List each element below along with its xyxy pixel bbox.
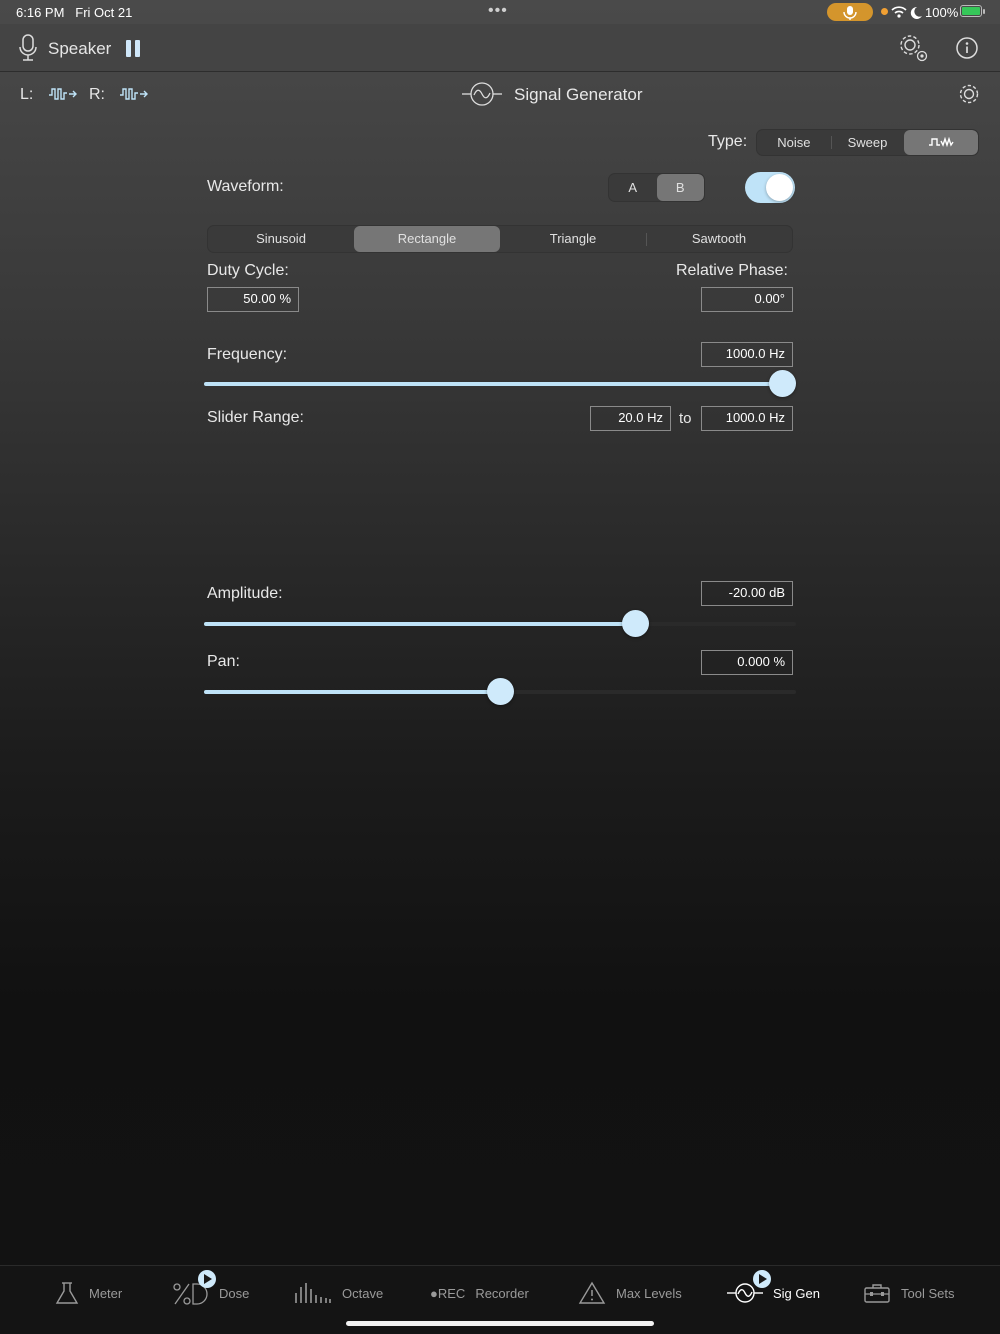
- input-source-label[interactable]: Speaker: [48, 39, 111, 59]
- tab-octave-label: Octave: [342, 1285, 384, 1301]
- amplitude-slider-track[interactable]: [204, 622, 796, 626]
- type-option-noise[interactable]: Noise: [757, 130, 831, 155]
- frequency-slider-fill: [204, 382, 782, 386]
- right-channel-label: R:: [89, 86, 105, 103]
- tab-tool-sets-label: Tool Sets: [901, 1285, 955, 1301]
- slider-range-max-field[interactable]: 1000.0 Hz: [701, 406, 793, 431]
- status-time: 6:16 PM Fri Oct 21: [16, 5, 133, 20]
- wifi-moon-icon: [891, 6, 922, 19]
- right-channel-waveform-icon[interactable]: [119, 85, 149, 103]
- shape-option-triangle[interactable]: Triangle: [500, 226, 646, 252]
- pause-button[interactable]: [126, 40, 140, 57]
- frequency-slider-thumb[interactable]: [769, 370, 796, 397]
- signal-settings-gear-icon[interactable]: [958, 83, 980, 105]
- waveform-type-icon: [929, 136, 954, 148]
- relative-phase-field[interactable]: 0.00°: [701, 287, 793, 312]
- slider-range-to-label: to: [679, 410, 692, 427]
- multitasking-dots-icon[interactable]: •••: [488, 2, 508, 20]
- tab-recorder[interactable]: ●REC Recorder: [430, 1280, 529, 1306]
- signal-generator-icon: [462, 82, 502, 106]
- ab-option-a[interactable]: A: [609, 174, 657, 201]
- pan-slider-fill: [204, 690, 500, 694]
- tab-recorder-label: Recorder: [475, 1285, 529, 1301]
- home-indicator[interactable]: [346, 1321, 654, 1326]
- privacy-dot: [881, 8, 888, 15]
- tab-sig-gen-label: Sig Gen: [773, 1285, 820, 1301]
- relative-phase-label: Relative Phase:: [675, 262, 788, 279]
- waveform-label: Waveform:: [207, 178, 284, 195]
- ab-option-b[interactable]: B: [656, 174, 704, 201]
- tab-sig-gen[interactable]: Sig Gen: [727, 1270, 820, 1306]
- ab-segmented-control[interactable]: A B: [608, 173, 705, 202]
- duty-cycle-label: Duty Cycle:: [207, 262, 289, 279]
- battery-icon: [960, 5, 985, 17]
- settings-gear-icon[interactable]: [898, 34, 930, 64]
- bars-icon: [295, 1283, 331, 1303]
- pan-label: Pan:: [207, 653, 240, 670]
- tab-max-levels-label: Max Levels: [616, 1285, 682, 1301]
- left-channel-waveform-icon[interactable]: [48, 85, 78, 103]
- mic-in-use-indicator: [827, 3, 873, 21]
- frequency-slider-track[interactable]: [204, 382, 796, 386]
- amplitude-label: Amplitude:: [207, 585, 283, 602]
- tab-tool-sets[interactable]: Tool Sets: [863, 1280, 954, 1306]
- rec-icon: ●REC: [430, 1285, 466, 1301]
- status-bar: 6:16 PM Fri Oct 21 ••• 100%: [0, 0, 1000, 24]
- tab-octave[interactable]: Octave: [294, 1280, 383, 1306]
- amplitude-slider-thumb[interactable]: [622, 610, 650, 637]
- waveform-shape-segmented-control[interactable]: Sinusoid Rectangle Triangle Sawtooth: [207, 225, 793, 253]
- amplitude-slider-fill: [204, 622, 636, 626]
- slider-range-label: Slider Range:: [207, 409, 304, 426]
- type-label: Type:: [708, 133, 748, 150]
- shape-option-sawtooth[interactable]: Sawtooth: [646, 226, 792, 252]
- slider-range-min-field[interactable]: 20.0 Hz: [590, 406, 671, 431]
- left-channel-label: L:: [20, 86, 34, 103]
- waveform-enable-toggle[interactable]: [745, 172, 795, 203]
- tab-dose[interactable]: Dose: [173, 1270, 250, 1306]
- tab-meter-label: Meter: [89, 1285, 123, 1301]
- shape-option-rectangle[interactable]: Rectangle: [354, 226, 500, 252]
- pan-field[interactable]: 0.000 %: [701, 650, 793, 675]
- sig-gen-running-play-icon: [753, 1270, 771, 1288]
- flask-icon: [55, 1282, 79, 1304]
- battery-percent: 100%: [925, 5, 959, 20]
- mic-icon: [843, 6, 857, 20]
- top-toolbar: Speaker: [0, 24, 1000, 72]
- info-icon[interactable]: [956, 37, 978, 59]
- toolbox-icon: [864, 1284, 890, 1303]
- duty-cycle-field[interactable]: 50.00 %: [207, 287, 299, 312]
- type-option-waveform[interactable]: [904, 130, 978, 155]
- amplitude-field[interactable]: -20.00 dB: [701, 581, 793, 606]
- frequency-field[interactable]: 1000.0 Hz: [701, 342, 793, 367]
- microphone-icon[interactable]: [18, 34, 38, 62]
- warning-icon: [578, 1281, 606, 1304]
- page-title: Signal Generator: [514, 85, 643, 104]
- pan-slider-thumb[interactable]: [486, 678, 514, 705]
- frequency-label: Frequency:: [207, 346, 288, 363]
- tab-meter[interactable]: Meter: [55, 1280, 122, 1306]
- shape-option-sinusoid[interactable]: Sinusoid: [208, 226, 354, 252]
- type-segmented-control[interactable]: Noise Sweep: [756, 129, 979, 156]
- tab-dose-label: Dose: [219, 1285, 250, 1301]
- tab-max-levels[interactable]: Max Levels: [578, 1280, 682, 1306]
- type-option-sweep[interactable]: Sweep: [830, 130, 905, 155]
- dose-running-play-icon: [198, 1270, 216, 1288]
